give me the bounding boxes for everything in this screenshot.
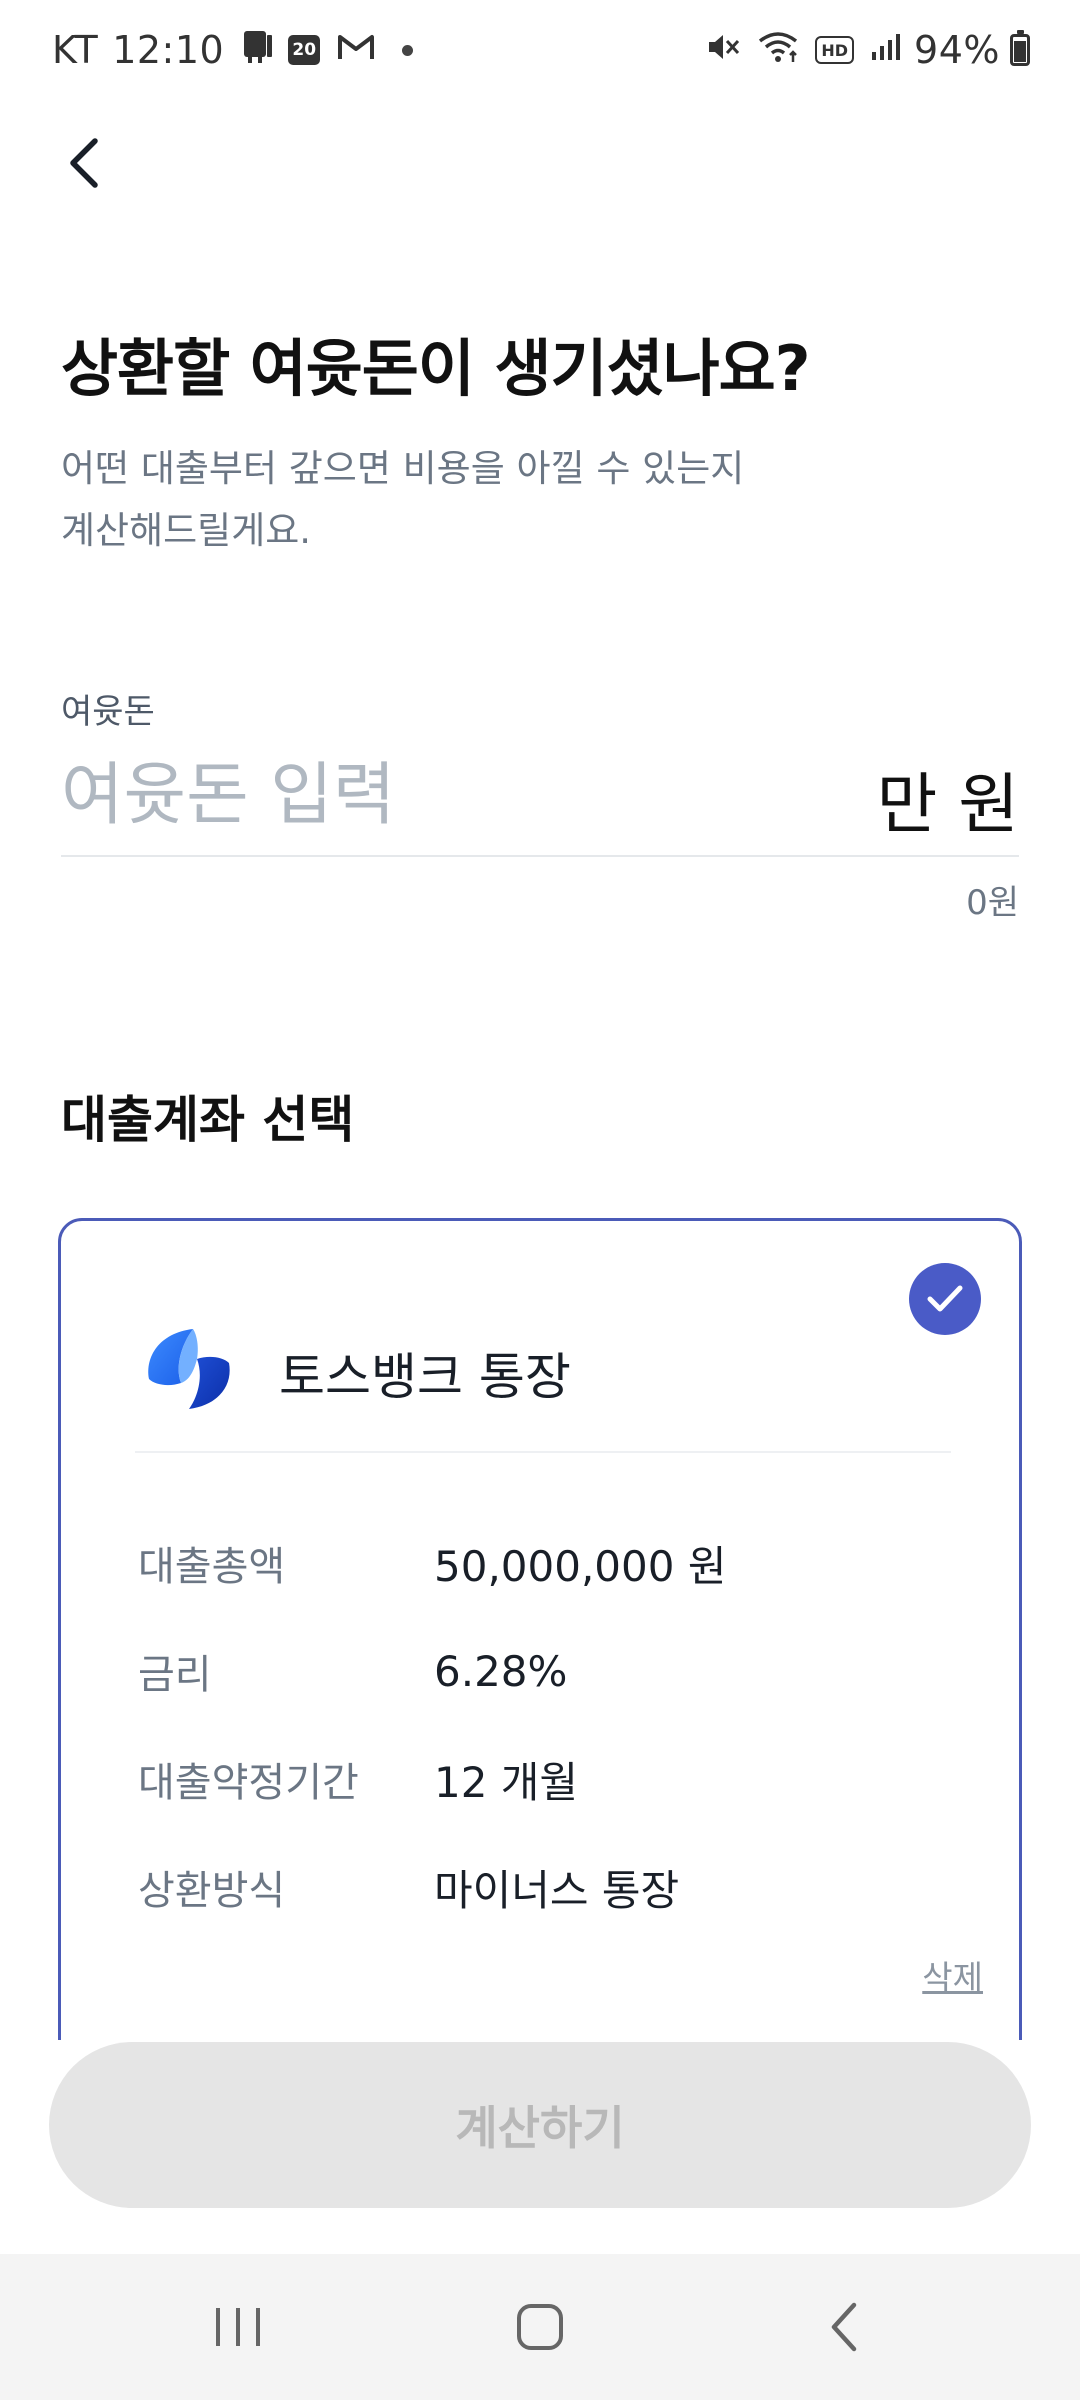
amount-won-display: 0원 xyxy=(966,883,1019,923)
amount-field: 만 원 xyxy=(61,745,1019,857)
calculate-button[interactable]: 계산하기 xyxy=(49,2042,1031,2208)
detail-row-term: 대출약정기간 12 개월 xyxy=(138,1749,578,1809)
back-arrow-icon xyxy=(831,2302,857,2352)
wifi-icon xyxy=(757,30,801,70)
phone-storage-icon xyxy=(240,29,274,71)
selected-check-icon[interactable] xyxy=(909,1263,981,1335)
home-icon xyxy=(517,2304,563,2350)
signal-icon xyxy=(870,32,902,68)
calendar-icon: 20 xyxy=(288,35,321,65)
recent-apps-icon xyxy=(216,2308,260,2346)
card-divider xyxy=(135,1451,951,1453)
loan-card-viewport: 토스뱅크 통장 대출총액 50,000,000 원 금리 6.28% 대출약정기… xyxy=(58,1218,1022,2040)
status-bar: KT 12:10 20 HD 94% xyxy=(0,0,1080,100)
notification-dot-icon xyxy=(402,44,414,56)
detail-key: 대출총액 xyxy=(138,1544,286,1590)
page-title: 상환할 여윳돈이 생기셨나요? xyxy=(61,332,811,405)
detail-key: 금리 xyxy=(138,1652,212,1698)
toss-bank-logo-icon xyxy=(148,1329,230,1409)
home-button[interactable] xyxy=(440,2254,640,2400)
status-left: KT 12:10 20 xyxy=(52,24,414,76)
status-right: HD 94% xyxy=(689,24,1030,76)
mute-icon xyxy=(705,30,741,70)
system-back-button[interactable] xyxy=(744,2254,944,2400)
clock: 12:10 xyxy=(112,28,225,72)
loan-account-card[interactable]: 토스뱅크 통장 대출총액 50,000,000 원 금리 6.28% 대출약정기… xyxy=(58,1218,1022,2040)
amount-input[interactable] xyxy=(61,745,821,845)
recent-apps-button[interactable] xyxy=(138,2254,338,2400)
battery-icon xyxy=(1010,30,1030,66)
chevron-left-icon xyxy=(70,138,98,188)
detail-key: 상환방식 xyxy=(138,1868,286,1914)
detail-row-rate: 금리 6.28% xyxy=(138,1641,567,1701)
system-nav-bar xyxy=(0,2254,1080,2400)
detail-row-total: 대출총액 50,000,000 원 xyxy=(138,1533,726,1593)
detail-value: 12 개월 xyxy=(434,1757,579,1807)
section-title-loan-select: 대출계좌 선택 xyxy=(61,1091,355,1149)
back-button[interactable] xyxy=(48,128,118,198)
screen: KT 12:10 20 HD 94% 상환할 여윳돈이 생기셨나요? 어떤 대출… xyxy=(0,0,1080,2400)
bank-account-name: 토스뱅크 통장 xyxy=(279,1348,571,1406)
detail-value: 마이너스 통장 xyxy=(434,1865,680,1915)
battery-percent: 94% xyxy=(914,28,1000,72)
detail-value: 6.28% xyxy=(434,1646,568,1696)
carrier-label: KT xyxy=(52,28,99,72)
amount-unit: 만 원 xyxy=(876,766,1019,843)
delete-link[interactable]: 삭제 xyxy=(922,1951,983,1999)
detail-row-repayment: 상환방식 마이너스 통장 xyxy=(138,1857,679,1917)
detail-value: 50,000,000 원 xyxy=(434,1541,727,1591)
hd-voice-icon: HD xyxy=(815,36,855,64)
amount-label: 여윳돈 xyxy=(61,692,155,732)
detail-key: 대출약정기간 xyxy=(138,1760,359,1806)
page-subtitle: 어떤 대출부터 갚으면 비용을 아낄 수 있는지 계산해드릴게요. xyxy=(61,447,745,552)
gmail-icon xyxy=(336,31,376,69)
